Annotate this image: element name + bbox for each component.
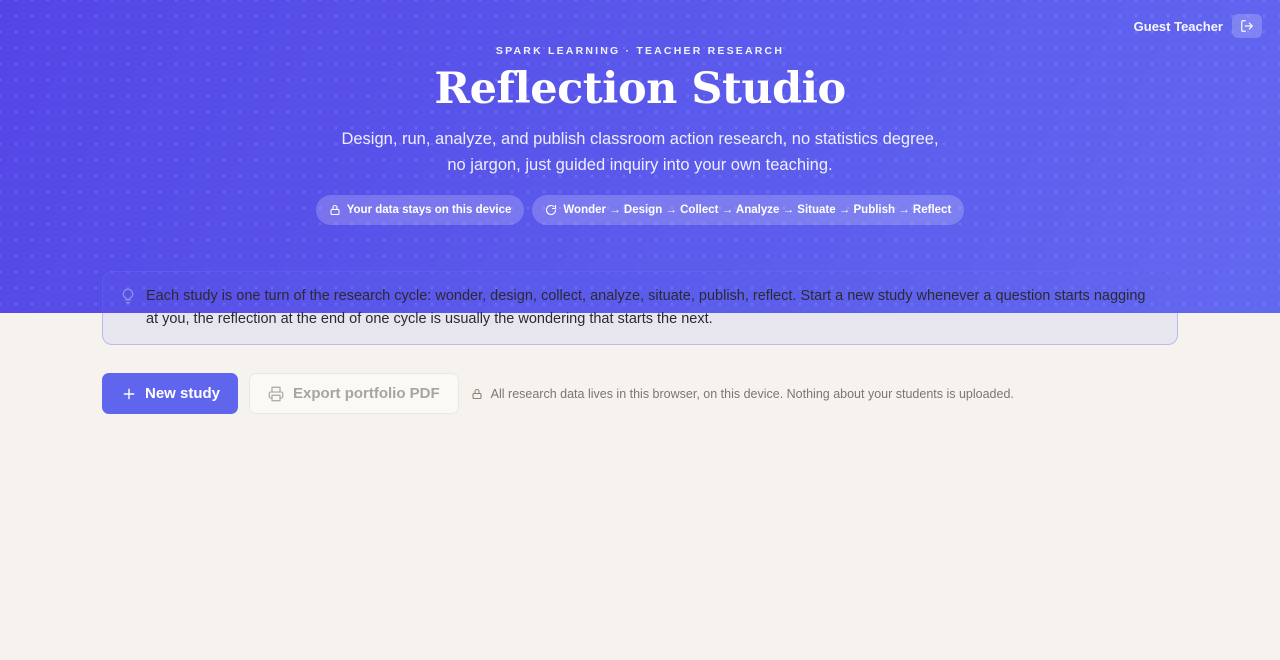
eyebrow-text: SPARK LEARNING · TEACHER RESEARCH	[495, 45, 785, 57]
page-subtitle: Design, run, analyze, and publish classr…	[341, 130, 939, 174]
pill-research-cycle: Wonder → Design → Collect → Analyze → Si…	[532, 195, 965, 225]
logout-icon	[1241, 20, 1253, 32]
user-menu: Guest Teacher	[1134, 14, 1262, 38]
pill-label: Wonder → Design → Collect → Analyze → Si…	[563, 204, 952, 216]
refresh-icon	[546, 204, 557, 216]
pill-data-privacy: Your data stays on this device	[315, 195, 525, 225]
printer-icon	[268, 386, 284, 401]
lock-icon	[330, 204, 340, 216]
privacy-note-text: All research data lives in this browser,…	[490, 386, 1014, 401]
new-study-label: New study	[145, 385, 221, 402]
action-bar: New study Export portfolio PDF All resea…	[102, 373, 1014, 414]
info-pills: Your data stays on this device Wonder → …	[0, 195, 1280, 225]
new-study-button[interactable]: New study	[102, 373, 239, 414]
privacy-note: All research data lives in this browser,…	[471, 387, 1014, 401]
hero-header: Guest Teacher SPARK LEARNING · TEACHER R…	[0, 0, 1280, 313]
logout-button[interactable]	[1232, 14, 1262, 38]
plus-icon	[123, 388, 135, 399]
page-title: Reflection Studio	[434, 64, 846, 114]
pill-label: Your data stays on this device	[346, 204, 512, 216]
lightbulb-icon	[122, 288, 134, 304]
callout-text: Each study is one turn of the research c…	[146, 288, 1146, 327]
export-portfolio-button[interactable]: Export portfolio PDF	[249, 373, 459, 414]
research-cycle-callout: Each study is one turn of the research c…	[102, 271, 1178, 345]
export-label: Export portfolio PDF	[293, 385, 440, 402]
lock-icon	[472, 388, 482, 399]
user-name: Guest Teacher	[1133, 18, 1223, 34]
